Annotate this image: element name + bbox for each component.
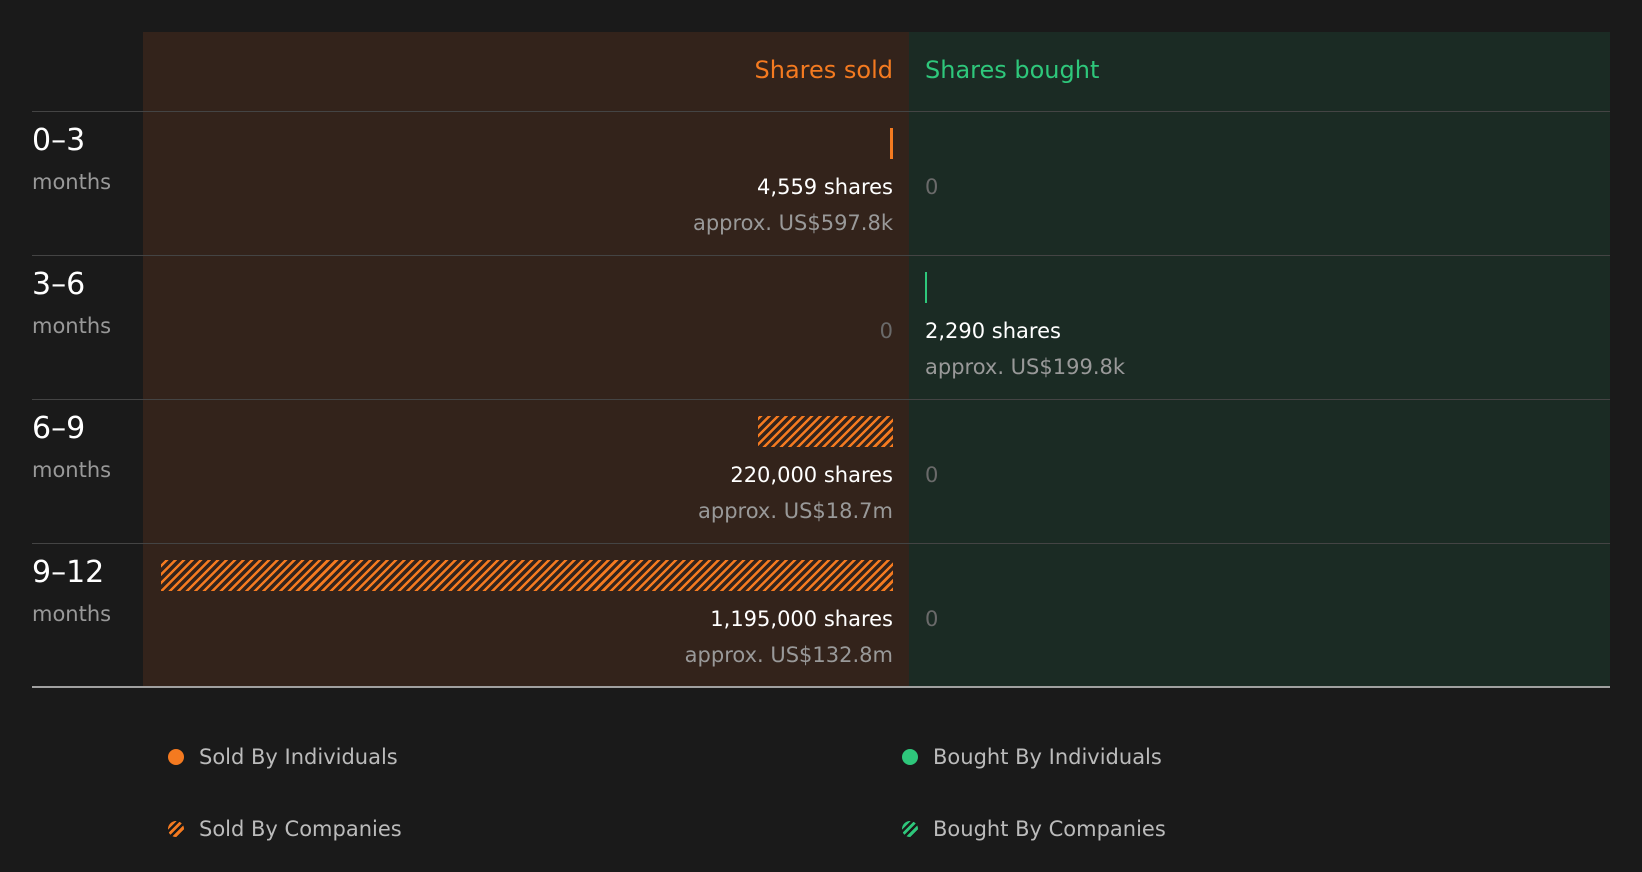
bought-value-label: approx. US$199.8k (925, 355, 1126, 379)
sold-bar (161, 560, 893, 591)
legend-label: Sold By Companies (199, 817, 402, 841)
sold-value-label: approx. US$18.7m (698, 499, 893, 523)
bought-shares-label: 2,290 shares (925, 319, 1061, 343)
sold-bar (890, 128, 893, 159)
period-label: 0–3 (32, 123, 86, 158)
shares-bought-header: Shares bought (925, 56, 1100, 84)
legend-sold-by-individuals[interactable]: Sold By Individuals (168, 742, 398, 772)
shares-sold-header: Shares sold (754, 56, 893, 84)
legend-swatch-icon (902, 749, 918, 765)
legend-swatch-icon (168, 821, 184, 837)
period-label: 9–12 (32, 555, 105, 590)
period-row: 9–12 months 1,195,000 shares approx. US$… (0, 544, 1642, 688)
legend-swatch-icon (168, 749, 184, 765)
period-row: 0–3 months 4,559 shares approx. US$597.8… (0, 112, 1642, 256)
period-unit-label: months (32, 602, 112, 626)
legend-swatch-icon (902, 821, 918, 837)
period-label: 6–9 (32, 411, 86, 446)
bought-zero-label: 0 (925, 463, 939, 487)
sold-value-label: approx. US$597.8k (692, 211, 893, 235)
bought-zero-label: 0 (925, 175, 939, 199)
bought-zero-label: 0 (925, 607, 939, 631)
legend-bought-by-companies[interactable]: Bought By Companies (902, 814, 1166, 844)
sold-shares-label: 4,559 shares (757, 175, 893, 199)
legend-label: Bought By Individuals (933, 745, 1162, 769)
sold-value-label: approx. US$132.8m (684, 643, 893, 667)
period-unit-label: months (32, 458, 112, 482)
legend-bought-by-individuals[interactable]: Bought By Individuals (902, 742, 1162, 772)
legend-label: Bought By Companies (933, 817, 1166, 841)
period-label: 3–6 (32, 267, 86, 302)
period-row: 6–9 months 220,000 shares approx. US$18.… (0, 400, 1642, 544)
period-unit-label: months (32, 170, 112, 194)
sold-shares-label: 220,000 shares (730, 463, 893, 487)
legend-sold-by-companies[interactable]: Sold By Companies (168, 814, 402, 844)
legend-label: Sold By Individuals (199, 745, 398, 769)
sold-shares-label: 1,195,000 shares (710, 607, 893, 631)
period-unit-label: months (32, 314, 112, 338)
bought-bar (925, 272, 927, 303)
period-row: 3–6 months 0 2,290 shares approx. US$199… (0, 256, 1642, 400)
sold-bar (758, 416, 893, 447)
sold-zero-label: 0 (879, 319, 893, 343)
